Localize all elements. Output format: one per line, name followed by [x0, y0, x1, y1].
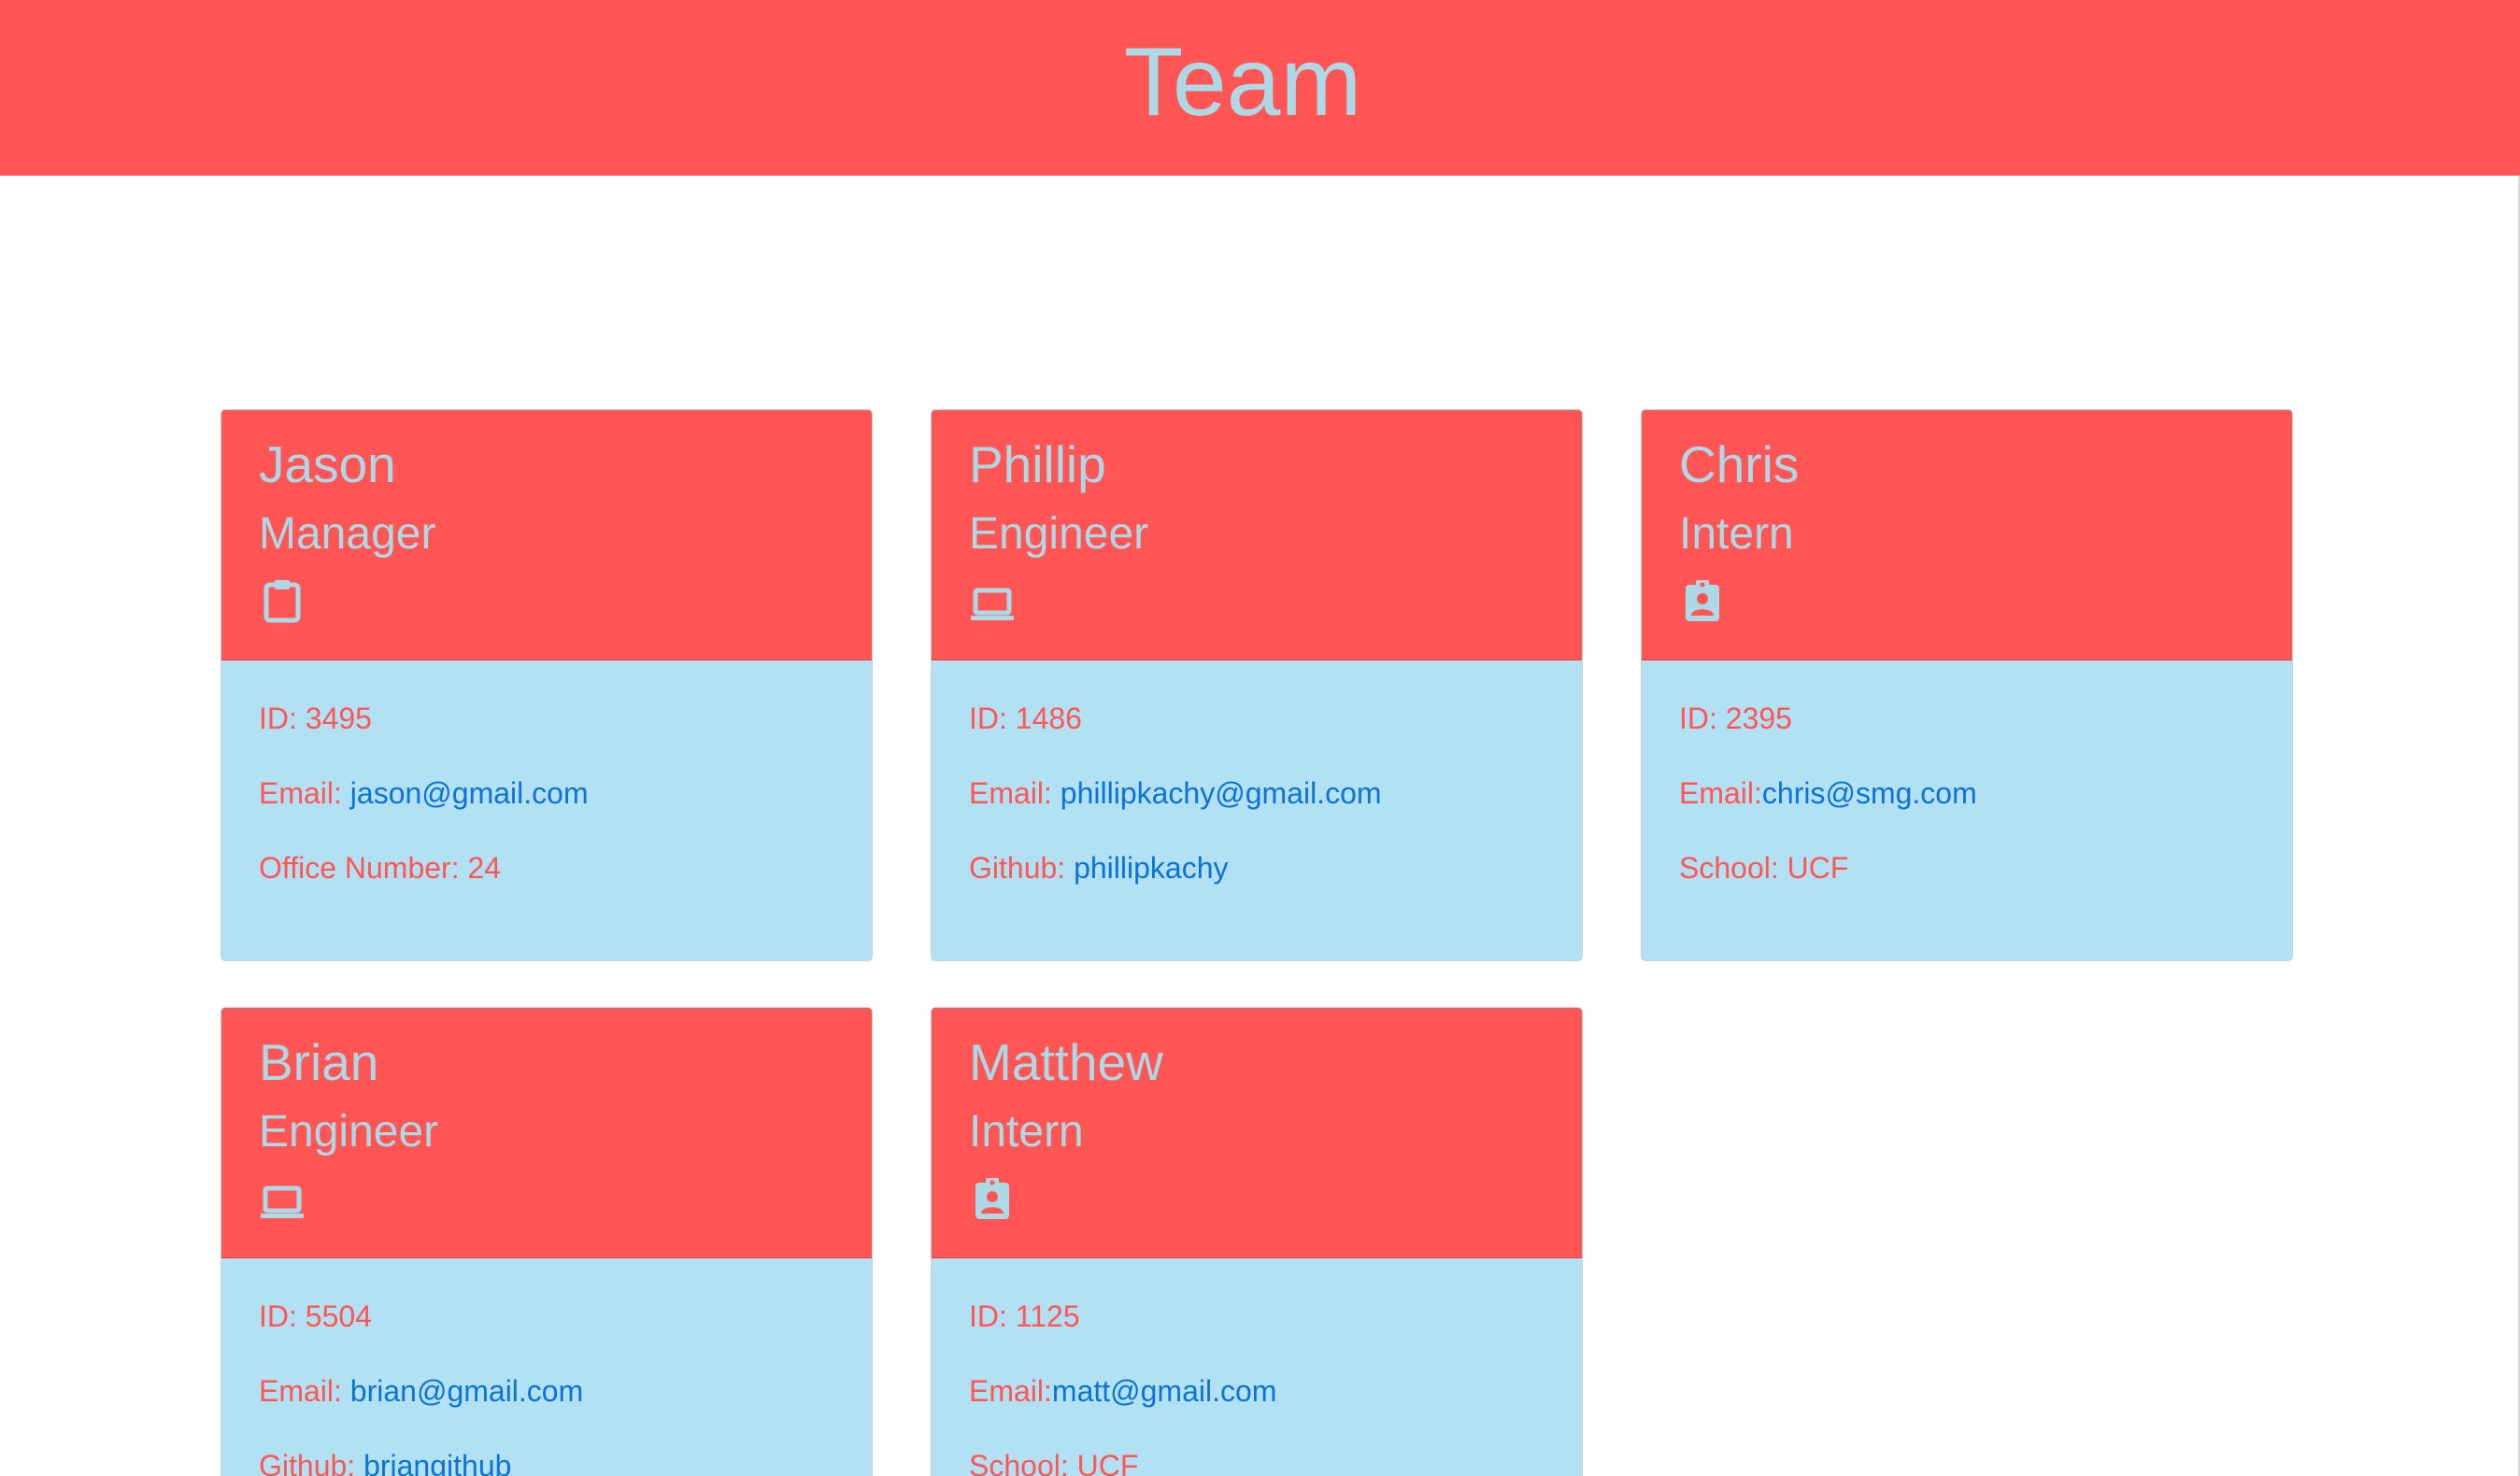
assignment-ind-icon	[975, 1178, 1009, 1219]
github-link[interactable]: phillipkachy	[1074, 851, 1228, 885]
employee-email: Email:matt@gmail.com	[969, 1372, 1276, 1410]
card-header: Chris Intern	[1642, 410, 2292, 660]
employee-id: ID: 2395	[1679, 702, 1792, 735]
card-header: Phillip Engineer	[932, 410, 1582, 660]
employee-name: Chris	[1679, 435, 1800, 493]
employee-name: Phillip	[969, 435, 1106, 493]
employee-card-jason: Jason Manager ID: 3495 Email: jason@gmai…	[221, 409, 873, 961]
email-link[interactable]: matt@gmail.com	[1052, 1374, 1277, 1408]
employee-email: Email:chris@smg.com	[1679, 774, 1977, 812]
school: School: UCF	[1679, 849, 1848, 887]
laptop-icon	[971, 588, 1014, 620]
github-label: Github:	[259, 1449, 364, 1476]
email-link[interactable]: jason@gmail.com	[350, 776, 589, 810]
email-label: Email:	[1679, 776, 1762, 810]
employee-name: Jason	[259, 435, 396, 493]
employee-email: Email: jason@gmail.com	[259, 774, 589, 812]
employee-id: ID: 3495	[259, 702, 372, 735]
employee-role: Intern	[969, 1107, 1084, 1157]
employee-id: ID: 1125	[969, 1299, 1080, 1333]
school: School: UCF	[969, 1447, 1138, 1476]
email-link[interactable]: brian@gmail.com	[350, 1374, 583, 1408]
email-label: Email:	[259, 776, 350, 810]
clipboard-icon	[263, 580, 301, 623]
github: Github: phillipkachy	[969, 849, 1228, 887]
email-label: Email:	[969, 1374, 1052, 1408]
employee-email: Email: phillipkachy@gmail.com	[969, 774, 1382, 812]
team-page: Team Jason Manager ID: 3495 Email: jason…	[0, 0, 2520, 1476]
employee-name: Matthew	[969, 1033, 1163, 1091]
employee-email: Email: brian@gmail.com	[259, 1372, 583, 1410]
card-header: Matthew Intern	[932, 1008, 1582, 1258]
employee-card-phillip: Phillip Engineer ID: 1486 Email: phillip…	[931, 409, 1583, 961]
email-link[interactable]: chris@smg.com	[1762, 776, 1977, 810]
email-label: Email:	[259, 1374, 350, 1408]
employee-card-matthew: Matthew Intern ID: 1125 Email:matt@gmail…	[931, 1007, 1583, 1476]
office-number: Office Number: 24	[259, 849, 501, 887]
employee-id: ID: 5504	[259, 1299, 372, 1333]
email-label: Email:	[969, 776, 1061, 810]
github: Github: briangithub	[259, 1447, 511, 1476]
school-label: School: UCF	[1679, 851, 1849, 885]
employee-role: Intern	[1679, 509, 1794, 559]
card-header: Brian Engineer	[221, 1008, 872, 1258]
employee-name: Brian	[259, 1033, 379, 1091]
card-header: Jason Manager	[221, 410, 872, 660]
email-link[interactable]: phillipkachy@gmail.com	[1061, 776, 1382, 810]
employee-card-brian: Brian Engineer ID: 5504 Email: brian@gma…	[221, 1007, 873, 1476]
employee-card-chris: Chris Intern ID: 2395 Email:chris@smg.co…	[1641, 409, 2293, 961]
page-header: Team	[0, 0, 2520, 176]
page-title: Team	[1123, 28, 1362, 136]
github-link[interactable]: briangithub	[363, 1449, 511, 1476]
github-label: Github:	[969, 851, 1075, 885]
employee-role: Engineer	[969, 509, 1149, 559]
school-label: School: UCF	[969, 1449, 1139, 1476]
assignment-ind-icon	[1686, 580, 1719, 621]
employee-role: Engineer	[259, 1107, 439, 1157]
employee-role: Manager	[259, 509, 436, 559]
laptop-icon	[261, 1185, 304, 1218]
office-number-label: Office Number: 24	[259, 851, 502, 885]
employee-id: ID: 1486	[969, 702, 1082, 735]
